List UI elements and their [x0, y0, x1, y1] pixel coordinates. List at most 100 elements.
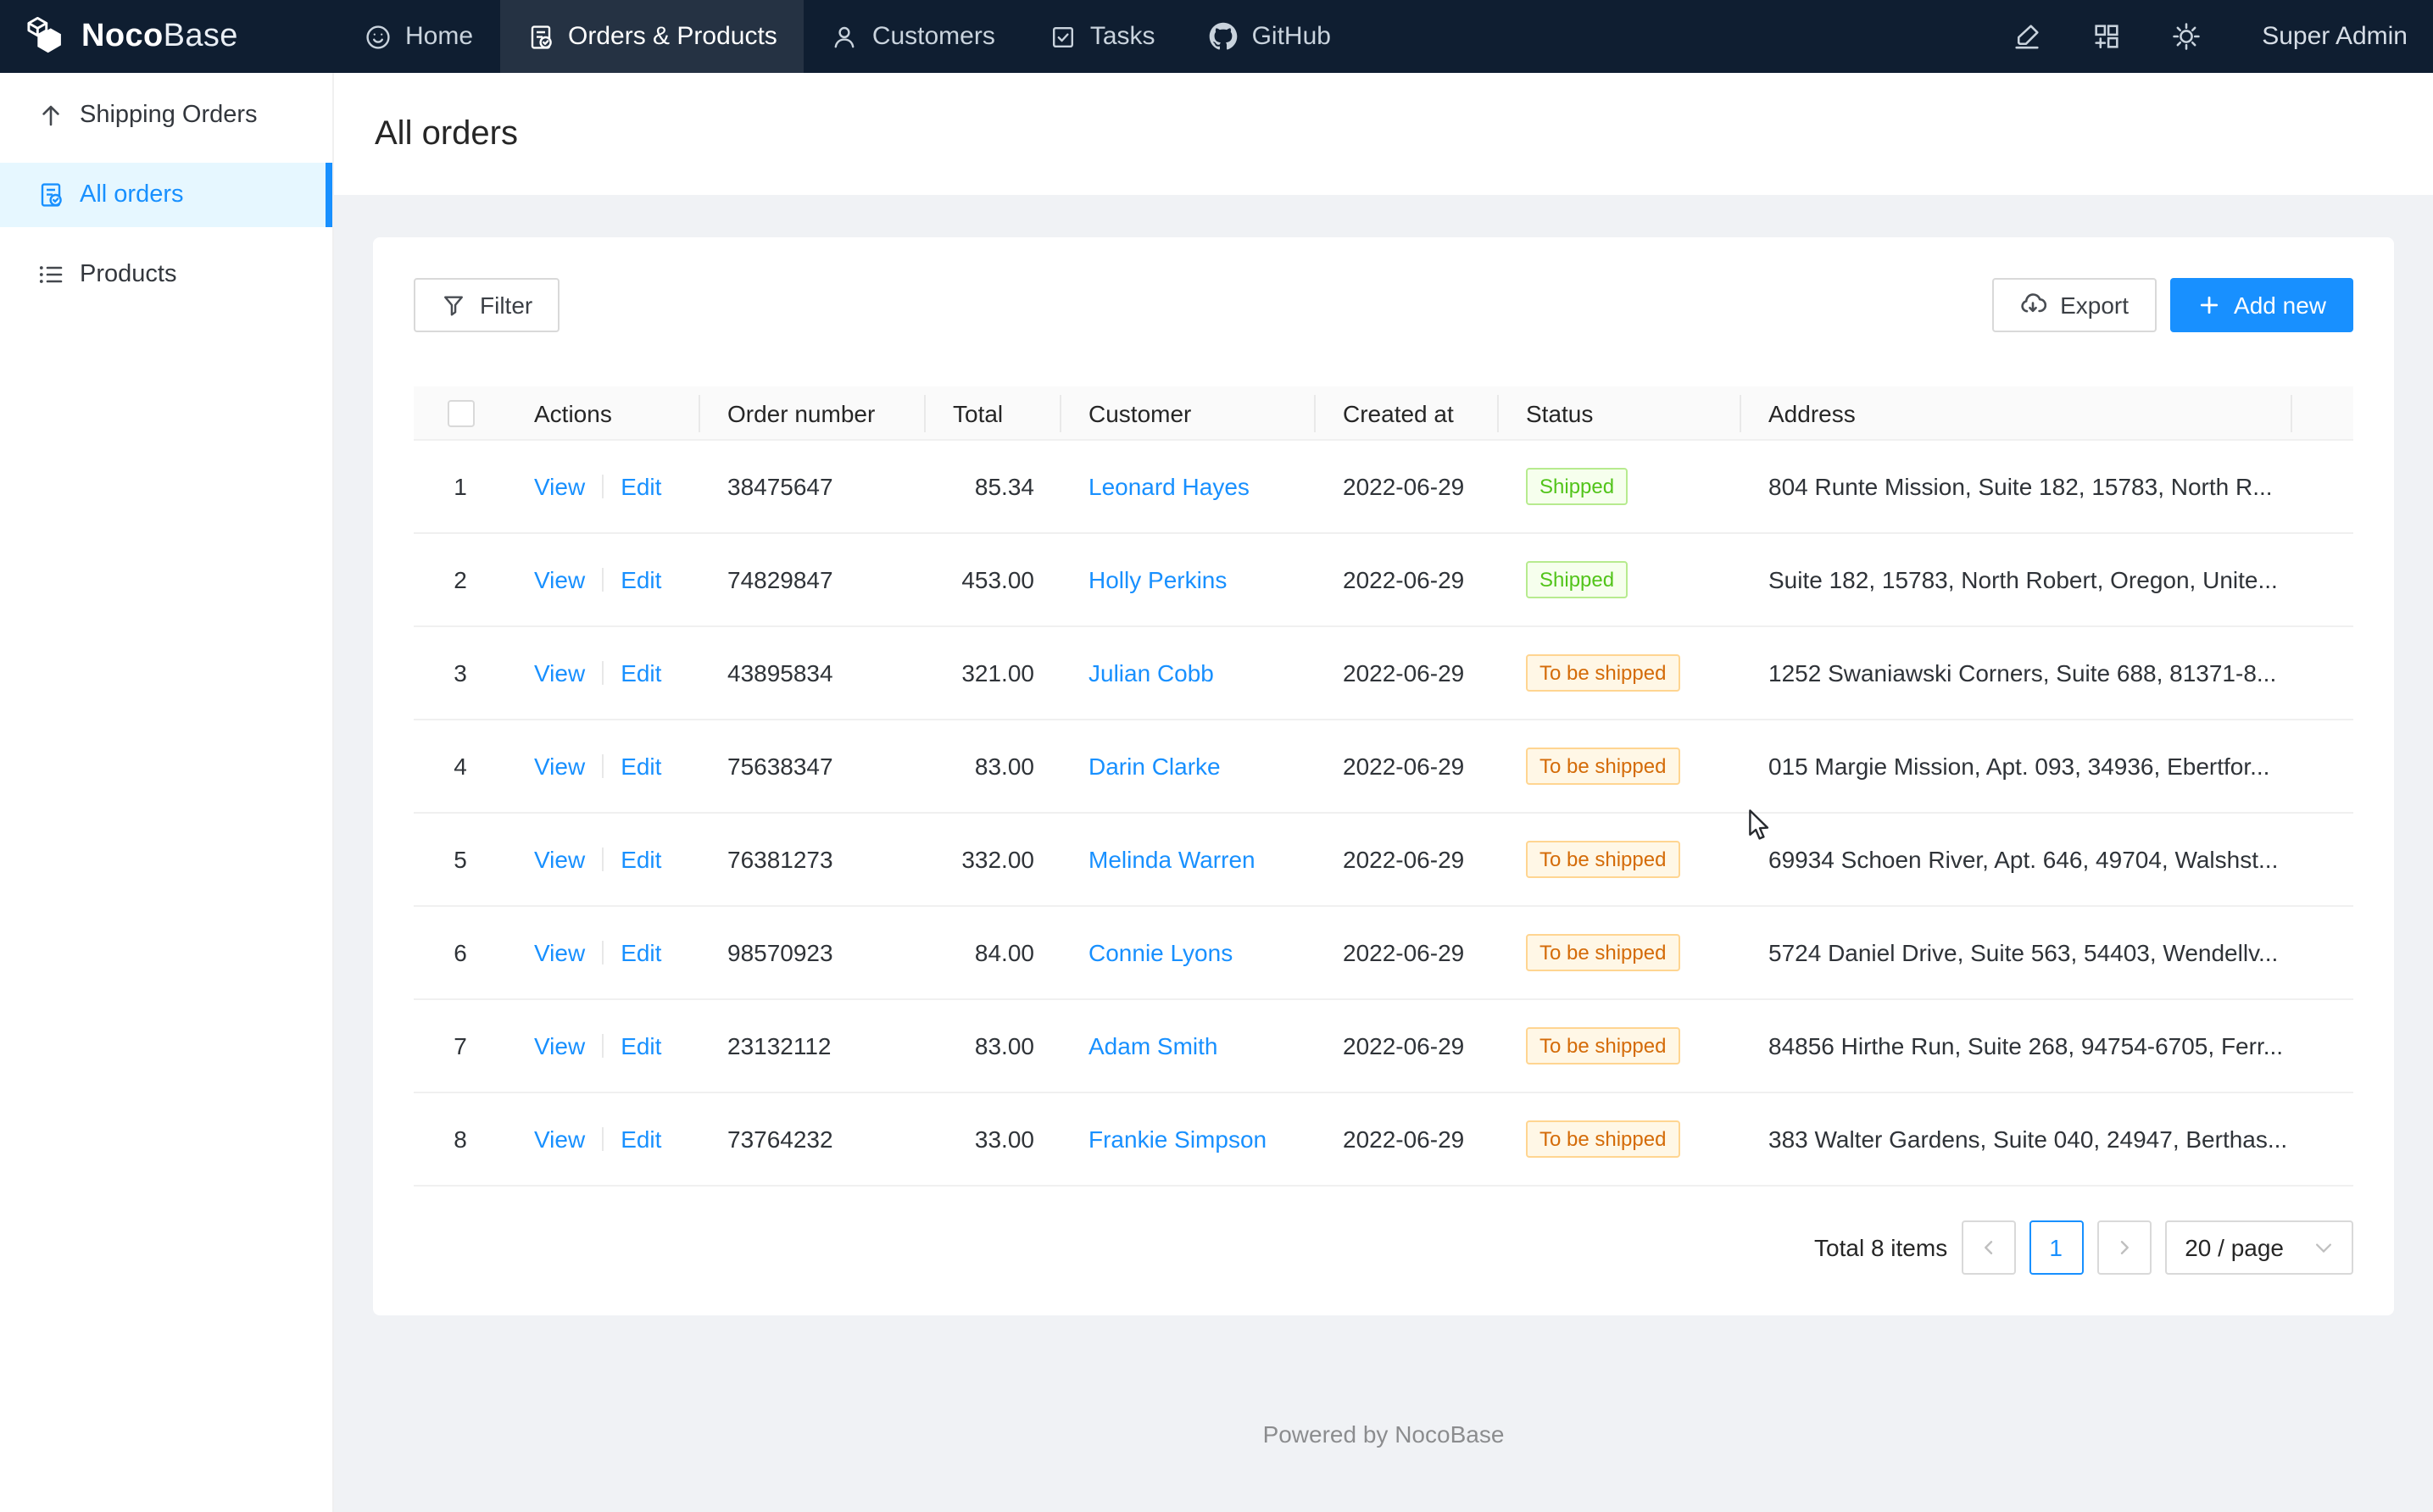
page-number-button[interactable]: 1 — [2029, 1221, 2083, 1276]
add-new-button[interactable]: Add new — [2169, 278, 2353, 332]
sidebar-item-label: Products — [80, 261, 176, 288]
gear-icon[interactable] — [2172, 22, 2201, 51]
order-number-cell: 76381273 — [700, 814, 926, 908]
top-navbar: NocoBase Home — [0, 0, 2433, 73]
view-link[interactable]: View — [534, 474, 585, 501]
actions-cell: View Edit — [507, 535, 700, 628]
order-number-cell: 98570923 — [700, 908, 926, 1001]
created-at-cell: 2022-06-29 — [1316, 721, 1499, 814]
status-cell: To be shipped — [1499, 1001, 1741, 1094]
cloud-download-icon — [2019, 292, 2046, 319]
address-cell: 1252 Swaniawski Corners, Suite 688, 8137… — [1741, 628, 2292, 721]
blocks-plus-icon[interactable] — [2092, 22, 2121, 51]
view-link[interactable]: View — [534, 847, 585, 874]
filter-button[interactable]: Filter — [414, 278, 560, 332]
order-document-icon — [527, 23, 554, 50]
edit-link[interactable]: Edit — [621, 1126, 661, 1153]
edit-link[interactable]: Edit — [621, 940, 661, 967]
link-divider — [602, 569, 604, 592]
view-link[interactable]: View — [534, 567, 585, 594]
page-size-value: 20 / page — [2185, 1235, 2284, 1262]
customer-link[interactable]: Connie Lyons — [1088, 940, 1233, 967]
edit-link[interactable]: Edit — [621, 660, 661, 687]
customer-cell: Connie Lyons — [1061, 908, 1316, 1001]
status-badge: Shipped — [1526, 469, 1628, 506]
customer-link[interactable]: Adam Smith — [1088, 1033, 1218, 1060]
content-area: Filter Export — [334, 195, 2433, 1512]
total-cell: 332.00 — [926, 814, 1061, 908]
row-index: 5 — [414, 814, 507, 908]
address-cell: 5724 Daniel Drive, Suite 563, 54403, Wen… — [1741, 908, 2292, 1001]
user-menu[interactable]: Super Admin — [2262, 22, 2408, 51]
actions-cell: View Edit — [507, 814, 700, 908]
nav-item-customers[interactable]: Customers — [805, 0, 1022, 73]
app-name: NocoBase — [81, 18, 238, 55]
sidebar-item-all-orders[interactable]: All orders — [0, 163, 332, 227]
highlighter-icon[interactable] — [2013, 22, 2041, 51]
total-cell: 453.00 — [926, 535, 1061, 628]
total-cell: 321.00 — [926, 628, 1061, 721]
view-link[interactable]: View — [534, 660, 585, 687]
row-index: 3 — [414, 628, 507, 721]
status-badge: To be shipped — [1526, 655, 1679, 692]
customer-cell: Julian Cobb — [1061, 628, 1316, 721]
table-row: 1 ViewEdit 38475647 85.34 Leonard Hayes … — [414, 442, 2353, 535]
view-link[interactable]: View — [534, 1033, 585, 1060]
edit-link[interactable]: Edit — [621, 847, 661, 874]
column-header-customer: Customer — [1061, 386, 1316, 442]
row-index: 6 — [414, 908, 507, 1001]
address-cell: 015 Margie Mission, Apt. 093, 34936, Ebe… — [1741, 721, 2292, 814]
address-cell: Suite 182, 15783, North Robert, Oregon, … — [1741, 535, 2292, 628]
edit-link[interactable]: Edit — [621, 753, 661, 781]
customer-link[interactable]: Leonard Hayes — [1088, 474, 1250, 501]
nav-item-orders-products[interactable]: Orders & Products — [500, 0, 805, 73]
created-at-cell: 2022-06-29 — [1316, 442, 1499, 535]
nav-item-home[interactable]: Home — [337, 0, 500, 73]
customer-link[interactable]: Darin Clarke — [1088, 753, 1221, 781]
customer-link[interactable]: Frankie Simpson — [1088, 1126, 1267, 1153]
table-row: 8 ViewEdit 73764232 33.00 Frankie Simpso… — [414, 1094, 2353, 1187]
edit-link[interactable]: Edit — [621, 474, 661, 501]
edit-link[interactable]: Edit — [621, 567, 661, 594]
total-items-text: Total 8 items — [1814, 1235, 1947, 1262]
status-cell: Shipped — [1499, 535, 1741, 628]
view-link[interactable]: View — [534, 1126, 585, 1153]
actions-cell: View Edit — [507, 908, 700, 1001]
edit-link[interactable]: Edit — [621, 1033, 661, 1060]
status-badge: To be shipped — [1526, 935, 1679, 972]
address-cell: 383 Walter Gardens, Suite 040, 24947, Be… — [1741, 1094, 2292, 1187]
sidebar-item-products[interactable]: Products — [0, 242, 332, 307]
app-logo[interactable]: NocoBase — [0, 0, 337, 73]
view-link[interactable]: View — [534, 753, 585, 781]
prev-page-button[interactable] — [1961, 1221, 2015, 1276]
address-cell: 804 Runte Mission, Suite 182, 15783, Nor… — [1741, 442, 2292, 535]
status-badge: To be shipped — [1526, 748, 1679, 786]
sidebar-item-shipping-orders[interactable]: Shipping Orders — [0, 83, 332, 147]
customer-link[interactable]: Julian Cobb — [1088, 660, 1214, 687]
link-divider — [602, 1128, 604, 1152]
nav-item-tasks[interactable]: Tasks — [1022, 0, 1183, 73]
status-badge: Shipped — [1526, 562, 1628, 599]
chevron-down-icon — [2314, 1242, 2333, 1254]
github-icon — [1210, 22, 1239, 51]
column-header-order-number: Order number — [700, 386, 926, 442]
order-number-cell: 74829847 — [700, 535, 926, 628]
main-menu: Home Orders & Products — [337, 0, 1358, 73]
spacer-cell — [2292, 721, 2353, 814]
created-at-cell: 2022-06-29 — [1316, 535, 1499, 628]
customer-link[interactable]: Melinda Warren — [1088, 847, 1255, 874]
order-number-cell: 73764232 — [700, 1094, 926, 1187]
select-all-checkbox[interactable] — [447, 401, 474, 428]
export-button[interactable]: Export — [1992, 278, 2156, 332]
view-link[interactable]: View — [534, 940, 585, 967]
nav-item-github[interactable]: GitHub — [1183, 0, 1358, 73]
next-page-button[interactable] — [2096, 1221, 2151, 1276]
customer-link[interactable]: Holly Perkins — [1088, 567, 1227, 594]
customer-cell: Melinda Warren — [1061, 814, 1316, 908]
created-at-cell: 2022-06-29 — [1316, 908, 1499, 1001]
page-size-select[interactable]: 20 / page — [2164, 1221, 2353, 1276]
column-header-status: Status — [1499, 386, 1741, 442]
created-at-cell: 2022-06-29 — [1316, 1094, 1499, 1187]
add-new-button-label: Add new — [2234, 292, 2326, 319]
row-index: 1 — [414, 442, 507, 535]
